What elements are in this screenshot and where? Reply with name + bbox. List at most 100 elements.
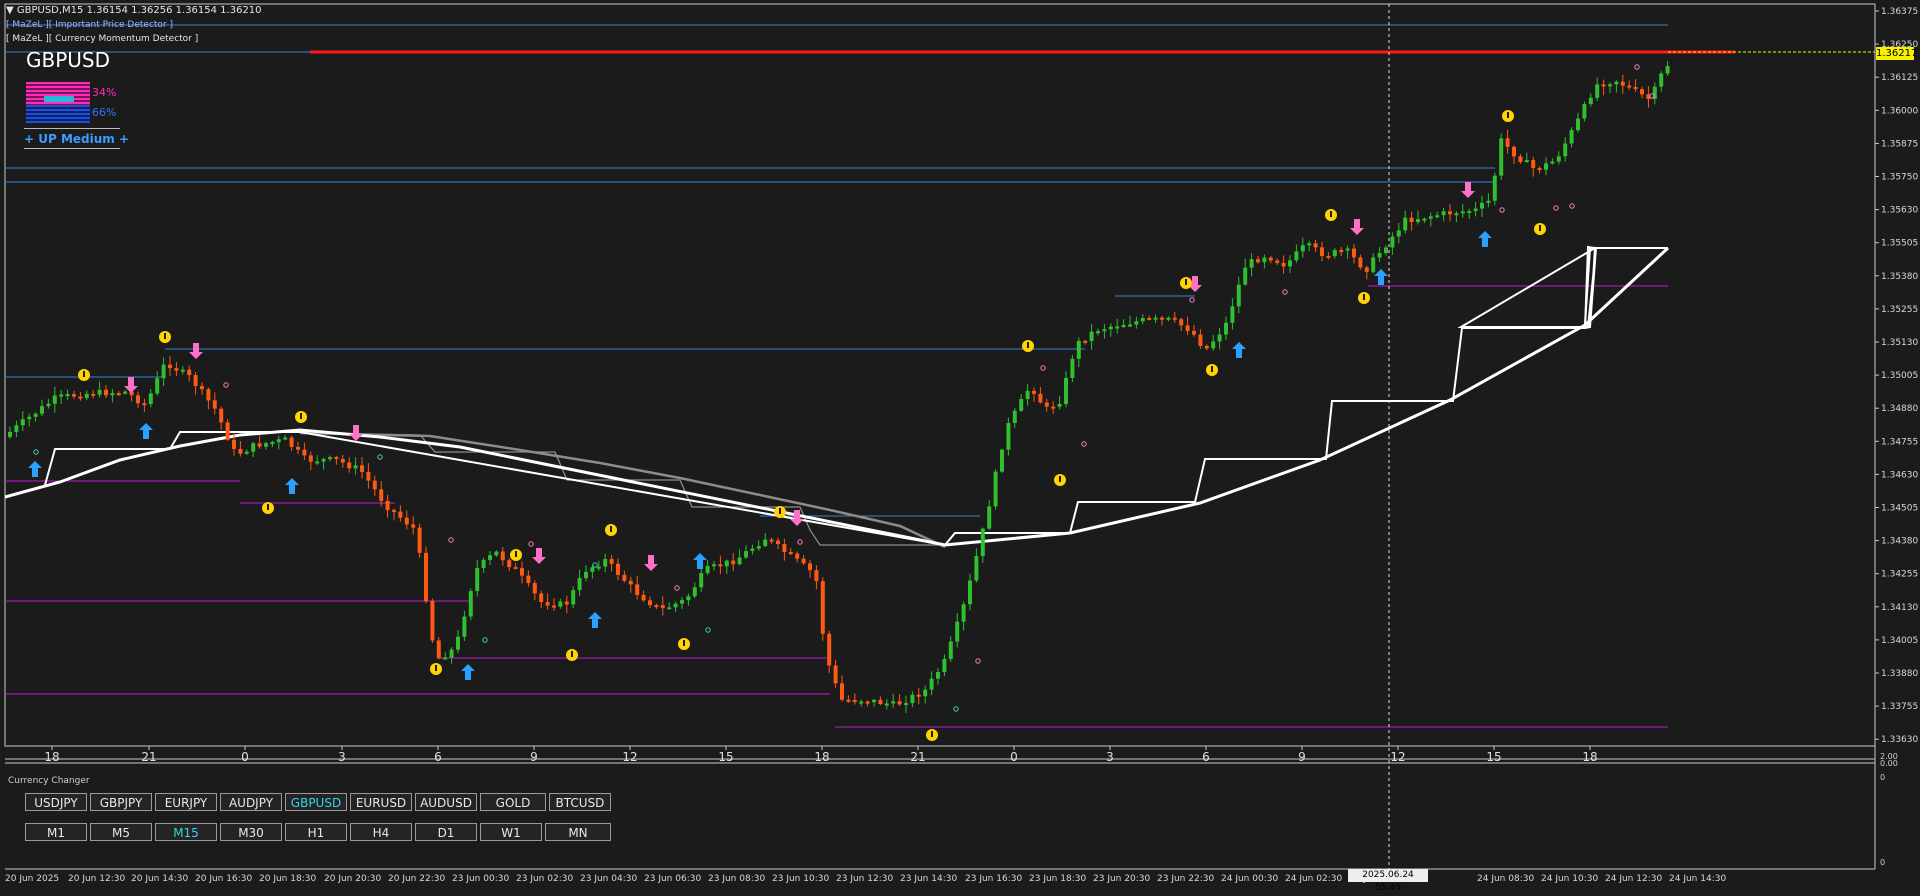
symbol-button-eurjpy[interactable]: EURJPY <box>155 793 217 811</box>
symbol-button-gold[interactable]: GOLD <box>480 793 546 811</box>
momentum-bar-cyan <box>44 96 74 102</box>
bottom-time-label: 23 Jun 18:30 <box>1029 874 1086 884</box>
candle-body <box>750 548 755 552</box>
momentum-divider <box>24 128 120 129</box>
candle-body <box>769 539 774 542</box>
candle-body <box>1448 211 1452 215</box>
candle-body <box>1000 449 1004 472</box>
candle-body <box>756 546 761 549</box>
candle-body <box>808 563 812 571</box>
symbol-button-row: USDJPY GBPJPY EURJPY AUDJPY GBPUSD EURUS… <box>25 793 611 811</box>
candle-body <box>33 413 38 417</box>
candle-body <box>1121 324 1126 327</box>
candle-body <box>1377 253 1382 258</box>
candle-body <box>40 406 44 414</box>
candle-body <box>1416 219 1420 223</box>
candle-body <box>212 400 217 409</box>
candle-body <box>788 552 793 555</box>
candle-body <box>1608 84 1612 87</box>
signal-coin-mark <box>164 333 166 339</box>
candle-body <box>1057 403 1062 407</box>
price-label: 1.33630 <box>1881 735 1918 745</box>
candle-body <box>577 578 582 591</box>
price-label: 1.36375 <box>1881 7 1918 17</box>
timeframe-button-h4[interactable]: H4 <box>350 823 412 841</box>
time-label: 6 <box>434 750 442 764</box>
price-label: 1.35005 <box>1881 371 1918 381</box>
candle-body <box>897 701 902 705</box>
candle-body <box>340 458 345 463</box>
candle-body <box>148 393 153 405</box>
bottom-time-label: 23 Jun 16:30 <box>965 874 1022 884</box>
timeframe-button-mn[interactable]: MN <box>545 823 611 841</box>
candle-body <box>366 471 371 481</box>
symbol-button-btcusd[interactable]: BTCUSD <box>549 793 611 811</box>
signal-coin-mark <box>83 371 85 377</box>
candle-body <box>52 395 57 404</box>
time-label: 12 <box>1390 750 1405 764</box>
candle-body <box>910 694 915 704</box>
bottom-time-label: 24 Jun 00:30 <box>1221 874 1278 884</box>
candle-body <box>1409 217 1414 223</box>
candle-body <box>1153 317 1158 320</box>
bottom-time-label: 20 Jun 20:30 <box>324 874 381 884</box>
candle-body <box>1403 217 1408 231</box>
price-label: 1.34005 <box>1881 636 1918 646</box>
candle-body <box>648 600 652 606</box>
chart-area[interactable]: 2.00 0.00 0 0 1.36375 1.36250 1.36125 1.360… <box>0 0 1920 892</box>
candle-body <box>232 439 236 449</box>
candle-body <box>244 451 249 454</box>
candle-body <box>724 560 729 567</box>
symbol-button-audusd[interactable]: AUDUSD <box>415 793 477 811</box>
candle-body <box>1467 211 1472 214</box>
timeframe-button-d1[interactable]: D1 <box>415 823 477 841</box>
candle-body <box>891 701 896 704</box>
signal-coin-mark <box>1059 476 1061 482</box>
timeframe-button-m1[interactable]: M1 <box>25 823 87 841</box>
time-label: 3 <box>1106 750 1114 764</box>
timeframe-button-m15[interactable]: M15 <box>155 823 217 841</box>
timeframe-button-w1[interactable]: W1 <box>480 823 542 841</box>
symbol-title: GBPUSD <box>26 48 111 72</box>
candle-body <box>1371 257 1376 272</box>
candle-body <box>622 574 627 581</box>
candle-body <box>251 443 256 452</box>
price-chart[interactable]: 2.00 0.00 0 0 1.363751.362501.361251.360… <box>0 0 1920 892</box>
candle-body <box>718 564 723 567</box>
bottom-time-label: 24 Jun 08:30 <box>1477 874 1534 884</box>
minor-signal-icon <box>1634 64 1640 70</box>
resistance-levels <box>5 24 1668 517</box>
timeframe-button-m30[interactable]: M30 <box>220 823 282 841</box>
candle-body <box>1300 245 1305 252</box>
candle-body <box>1569 130 1574 144</box>
price-label: 1.35505 <box>1881 239 1918 249</box>
candle-body <box>1115 326 1120 329</box>
minor-signal-icon <box>797 539 803 545</box>
momentum-down-percent: 66% <box>92 106 117 119</box>
candle-body <box>392 510 396 513</box>
candle-body <box>379 489 384 501</box>
symbol-button-audjpy[interactable]: AUDJPY <box>220 793 282 811</box>
candle-body <box>1563 143 1568 157</box>
timeframe-button-m5[interactable]: M5 <box>90 823 152 841</box>
candle-body <box>155 378 160 394</box>
signal-coin-mark <box>610 526 612 532</box>
candle-body <box>1147 318 1152 321</box>
candle-body <box>193 375 198 387</box>
time-label: 18 <box>1582 750 1597 764</box>
symbol-button-gbpjpy[interactable]: GBPJPY <box>90 793 152 811</box>
candle-body <box>641 594 646 601</box>
buy-arrow-icon <box>1478 231 1492 247</box>
candle-body <box>776 540 780 544</box>
symbol-button-usdjpy[interactable]: USDJPY <box>25 793 87 811</box>
candle-body <box>936 672 940 679</box>
candle-body <box>520 568 524 576</box>
candle-body <box>1595 84 1600 98</box>
candle-body <box>91 393 96 396</box>
signal-coin-mark <box>300 413 302 419</box>
timeframe-button-h1[interactable]: H1 <box>285 823 347 841</box>
candle-body <box>289 437 294 447</box>
symbol-button-gbpusd[interactable]: GBPUSD <box>285 793 347 811</box>
candle-body <box>1659 73 1664 87</box>
symbol-button-eurusd[interactable]: EURUSD <box>350 793 412 811</box>
